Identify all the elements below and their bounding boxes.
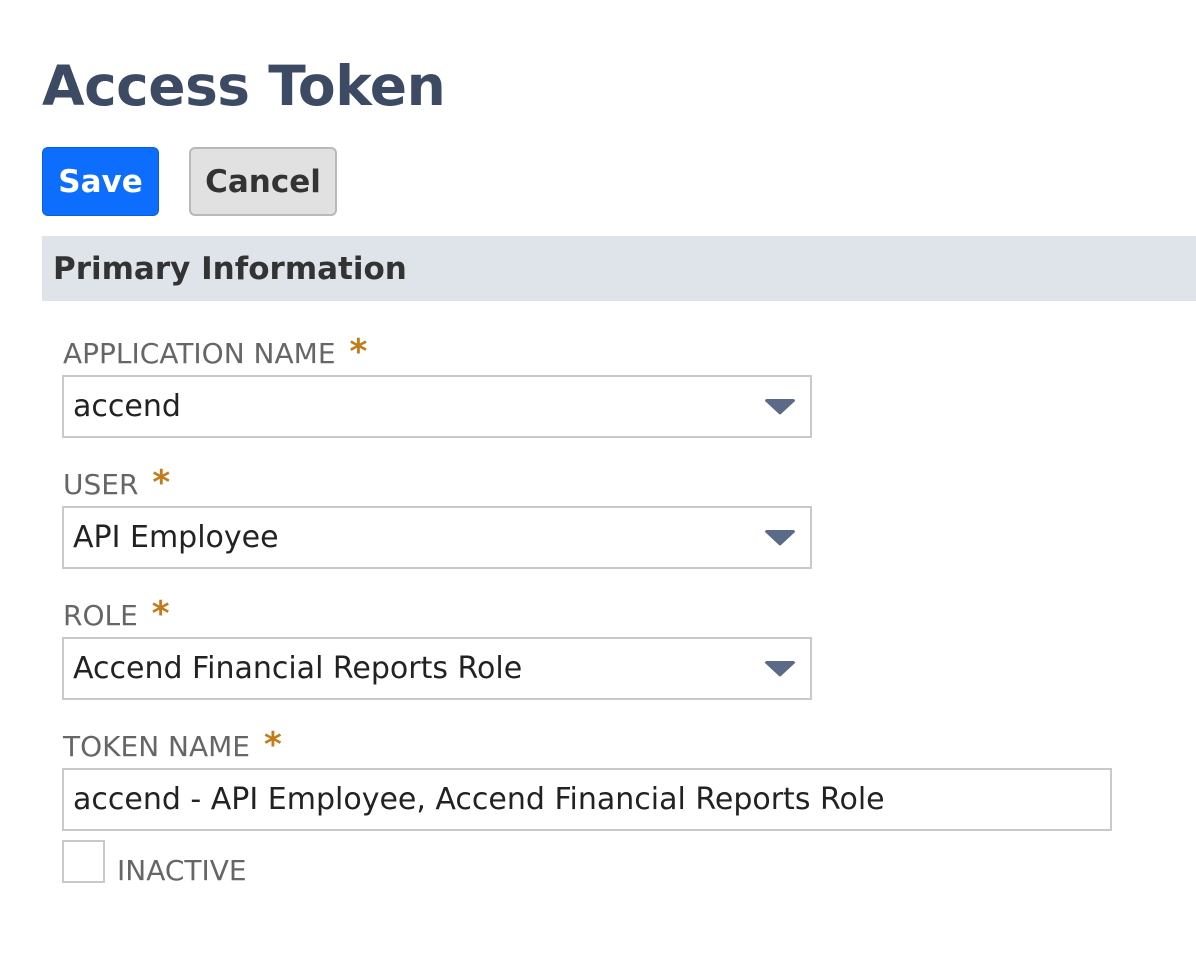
section-header-primary-information[interactable]: Primary Information [42,236,1196,301]
chevron-down-icon[interactable] [764,530,796,546]
token-name-label-text: TOKEN NAME [63,730,250,763]
role-label: ROLE * [63,594,170,634]
required-star: * [349,332,368,372]
token-name-input[interactable] [62,768,1112,831]
page-title: Access Token [42,54,446,118]
required-star: * [152,463,171,503]
application-name-value: accend [73,389,181,424]
role-value: Accend Financial Reports Role [73,651,523,686]
save-button[interactable]: Save [42,147,159,216]
application-name-label: APPLICATION NAME * [63,332,368,372]
token-name-label: TOKEN NAME * [63,725,282,765]
user-label-text: USER [63,468,139,501]
application-name-select[interactable]: accend [62,375,812,438]
role-label-text: ROLE [63,599,138,632]
section-title: Primary Information [53,250,407,287]
role-select[interactable]: Accend Financial Reports Role [62,637,812,700]
required-star: * [264,725,282,765]
application-name-label-text: APPLICATION NAME [63,337,336,370]
user-select[interactable]: API Employee [62,506,812,569]
user-value: API Employee [73,520,279,555]
chevron-down-icon[interactable] [764,399,796,415]
user-label: USER * [63,463,171,503]
chevron-down-icon[interactable] [764,661,796,677]
cancel-button[interactable]: Cancel [189,147,337,216]
required-star: * [151,594,170,634]
inactive-label: INACTIVE [117,854,247,887]
inactive-checkbox[interactable] [62,840,105,883]
